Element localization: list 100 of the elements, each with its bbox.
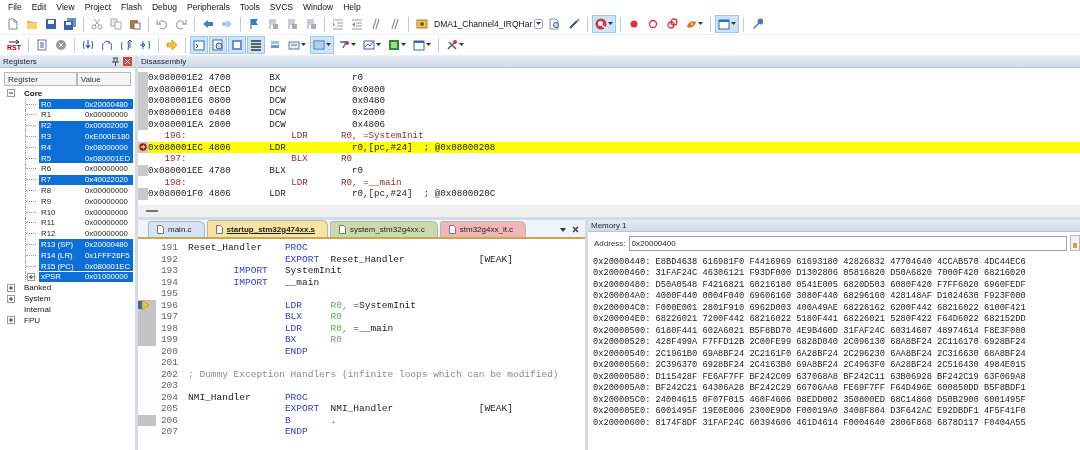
command-window-icon[interactable]	[190, 36, 208, 54]
operand: r0,[pc,#24]	[351, 188, 414, 200]
asm-comment: ; @0x08000208	[423, 141, 496, 153]
file-tab[interactable]: system_stm32g4xx.c	[330, 221, 438, 237]
tools-icon	[446, 39, 458, 51]
line-number: 199	[159, 334, 179, 346]
memory-value: 4000F440	[655, 291, 698, 302]
line-number: 193	[159, 265, 179, 277]
memory-value: 2C296230	[843, 348, 885, 359]
pin-icon[interactable]	[112, 57, 119, 66]
expand-icon[interactable]	[7, 316, 15, 325]
memory-value: 68C14860	[890, 394, 932, 405]
expand-icon[interactable]	[7, 294, 15, 303]
address-label: Address:	[594, 238, 626, 248]
dropdown-icon[interactable]	[560, 226, 566, 233]
code-keyword: ENDP	[284, 345, 309, 357]
expand-icon[interactable]	[27, 272, 35, 281]
mnemonic: LDR	[291, 130, 309, 142]
close-icon[interactable]	[572, 226, 579, 233]
column-header[interactable]: Value	[76, 72, 131, 86]
collapse-icon[interactable]	[7, 89, 15, 98]
memory-value: 68216022	[749, 314, 792, 325]
file-tab[interactable]: stm32g4xx_it.c	[439, 221, 527, 237]
code-comment: ; Dummy Exception Handlers (infinite loops which can be modified)	[188, 368, 559, 380]
operand: r0,[pc,#24]	[351, 141, 414, 153]
opcode: 0480	[208, 107, 232, 119]
mnemonic: BLX	[269, 165, 287, 177]
memory-value: 6928BF24	[702, 360, 745, 371]
instruction-address: 0x080001E4	[148, 83, 205, 95]
disassembly-line[interactable]: 0x080001F0 4806 LDR r0,[pc,#24] ; @0x0800020C	[138, 187, 1080, 200]
disassembly-icon[interactable]	[209, 36, 227, 54]
horizontal-scrollbar[interactable]	[138, 205, 1080, 217]
memory-value: 68226021	[655, 314, 698, 325]
asm-comment: ; @0x0800020C	[423, 188, 496, 200]
memory-value: 2C516430	[937, 360, 979, 371]
disassembly-line[interactable]: 0x080001E2 4700 BX r0	[138, 72, 1080, 84]
code-register: R0,	[330, 322, 348, 334]
close-button[interactable]	[123, 57, 132, 66]
file-tab[interactable]: startup_stm32g474xx.s	[206, 220, 329, 237]
memory-value: 2C116170	[937, 337, 979, 348]
memory-value: 60394606	[749, 417, 792, 428]
line-number: 200	[159, 345, 179, 357]
memory-value: E92DBDF1	[937, 406, 979, 417]
disassembly-line[interactable]: 197: BLX R0	[138, 153, 1080, 165]
analysis-icon	[363, 39, 375, 51]
debug-button[interactable]	[592, 15, 617, 33]
memory-address: 0x200005A0:	[593, 383, 651, 394]
memory-value: 2C2161F0	[749, 348, 792, 359]
menu-item[interactable]: Edit	[26, 2, 52, 12]
memory-address: 0x20000560:	[593, 360, 651, 371]
menu-item[interactable]: Peripherals	[181, 2, 235, 12]
file-tab[interactable]: main.c	[148, 221, 205, 237]
mnemonic: DCW	[269, 107, 287, 119]
memory-button[interactable]	[310, 36, 334, 54]
menu-item[interactable]: File	[3, 2, 27, 12]
memory-address: 0x200004A0:	[593, 291, 651, 302]
registers-icon[interactable]	[247, 36, 265, 54]
disassembly-line[interactable]: 0x080001E8 0480 DCW 0x2000	[138, 106, 1080, 119]
code-symbol: Reset_Handler	[330, 253, 406, 265]
symbols-icon[interactable]	[228, 36, 246, 54]
menu-item[interactable]: Help	[338, 2, 366, 12]
window-button[interactable]	[715, 15, 740, 33]
memory-value: BF242C21	[655, 383, 698, 394]
menu-item[interactable]: Window	[297, 2, 339, 12]
menu-item[interactable]: SVCS	[264, 2, 298, 12]
memory-value: BF242C09	[749, 371, 792, 382]
disassembly-line[interactable]: 0x080001E4 0ECD DCW 0x0800	[138, 83, 1080, 96]
memory-value: 4984E015	[984, 360, 1026, 371]
tree-label[interactable]: FPU	[24, 315, 40, 325]
tree-label[interactable]: Banked	[24, 283, 52, 293]
tree-label[interactable]: System	[24, 294, 51, 304]
menu-item[interactable]: Debug	[146, 2, 182, 12]
save-all-icon[interactable]	[61, 15, 79, 33]
menu-item[interactable]: Flash	[116, 2, 147, 12]
menu-item[interactable]: Tools	[234, 2, 265, 12]
caret-icon	[351, 43, 356, 47]
memory-icon	[313, 39, 325, 51]
memory-value: 6820D503	[843, 279, 885, 290]
memory-address: 0x20000480:	[593, 279, 651, 290]
code-keyword: BX	[284, 334, 298, 346]
serial-icon	[338, 39, 350, 51]
disassembly-line[interactable]: 0x080001EE 4780 BLX r0	[138, 164, 1080, 177]
disassembly-line[interactable]: 0x080001E6 0800 DCW 0x0480	[138, 95, 1080, 107]
disassembly-line[interactable]: 198: LDR R0, =__main	[138, 176, 1080, 188]
memory-value: BF242C19	[937, 371, 979, 382]
disassembly-line[interactable]: 0x080001EA 2000 DCW 0x4806	[138, 118, 1080, 130]
column-header[interactable]: Register	[4, 72, 77, 86]
memory-value: D1024630	[937, 291, 979, 302]
memory-value: 46306121	[702, 268, 745, 279]
code-symbol: __main	[284, 276, 320, 288]
tree-label[interactable]: Internal	[24, 304, 51, 314]
memory-value: B5F8BDF1	[984, 383, 1026, 394]
menu-item[interactable]: View	[51, 2, 80, 12]
expand-icon[interactable]	[7, 283, 15, 292]
menu-item[interactable]: Project	[79, 2, 117, 12]
tree-label[interactable]: Core	[24, 88, 43, 98]
disassembly-line[interactable]: 196: LDR R0, =SystemInit	[138, 129, 1080, 142]
memory-value: 4DC44EC6	[984, 256, 1026, 267]
target-dropdown[interactable]: DMA1_Channel4_IRQHar	[432, 16, 546, 32]
address-field[interactable]: 0x20000400	[628, 235, 1067, 251]
